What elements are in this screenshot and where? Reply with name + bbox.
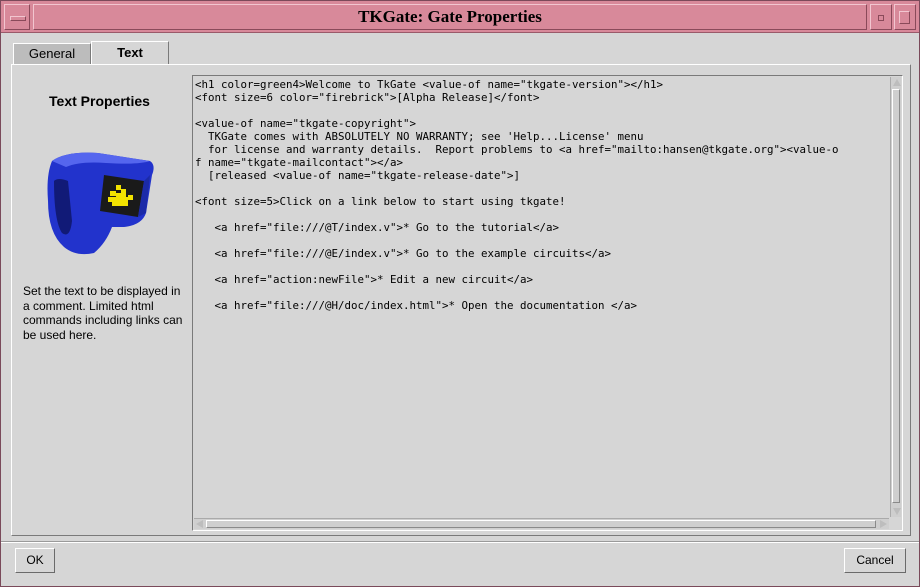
horizontal-scrollbar[interactable] (194, 518, 889, 529)
tab-general[interactable]: General (13, 43, 91, 65)
window-title: TKGate: Gate Properties (33, 4, 867, 30)
scroll-up-icon[interactable] (893, 79, 901, 86)
scroll-right-icon[interactable] (880, 520, 887, 528)
maximize-icon[interactable] (894, 4, 916, 30)
comment-text-input[interactable]: <h1 color=green4>Welcome to TkGate <valu… (195, 78, 886, 516)
comment-gate-icon (47, 152, 154, 255)
gate-properties-window: TKGate: Gate Properties General Text Tex… (0, 0, 920, 587)
section-description: Set the text to be displayed in a commen… (23, 284, 183, 342)
tab-text[interactable]: Text (91, 41, 169, 65)
window-menu-icon[interactable] (4, 4, 30, 30)
section-heading: Text Properties (49, 93, 150, 109)
button-bar-divider (1, 541, 919, 543)
minimize-icon[interactable] (870, 4, 892, 30)
scroll-left-icon[interactable] (196, 520, 203, 528)
text-editor[interactable]: <h1 color=green4>Welcome to TkGate <valu… (192, 75, 903, 531)
text-properties-panel: Text Properties Set the text to be displ… (11, 64, 911, 536)
vertical-scroll-thumb[interactable] (892, 89, 900, 503)
title-bar[interactable]: TKGate: Gate Properties (1, 1, 919, 33)
horizontal-scroll-thumb[interactable] (206, 520, 876, 528)
scroll-down-icon[interactable] (893, 508, 901, 515)
ok-button[interactable]: OK (15, 548, 55, 573)
vertical-scrollbar[interactable] (890, 77, 901, 517)
cancel-button[interactable]: Cancel (844, 548, 906, 573)
